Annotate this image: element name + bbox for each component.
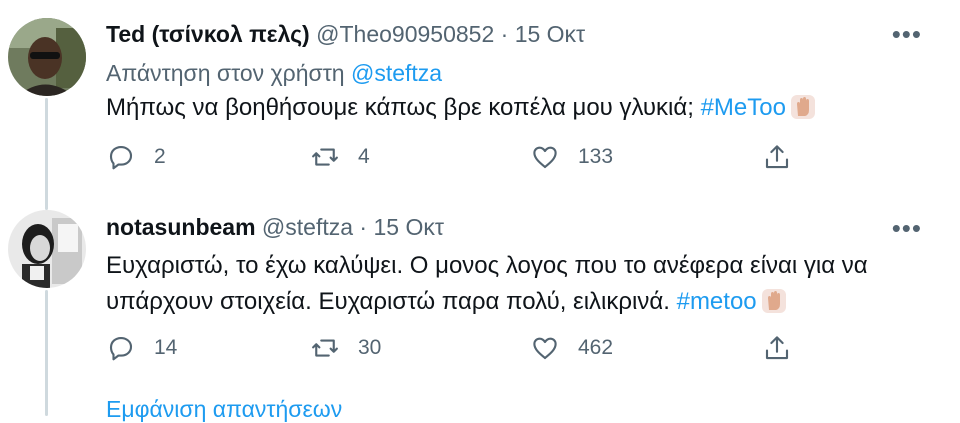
like-icon xyxy=(533,146,557,169)
retweet-count: 4 xyxy=(358,145,370,168)
avatar[interactable] xyxy=(8,210,86,288)
tweet-2[interactable]: notasunbeam @steftza · 15 Οκτ ••• Ευχαρι… xyxy=(0,200,960,390)
more-options-icon[interactable]: ••• xyxy=(892,21,922,47)
share-icon xyxy=(765,145,789,169)
tweet-header: Ted (τσίνκολ πελς) @Theo90950852 · 15 Οκ… xyxy=(106,20,585,48)
tweet-actions: 2 4 133 xyxy=(106,142,806,176)
raised-hand-emoji xyxy=(761,289,786,313)
separator-dot: · xyxy=(359,214,368,240)
retweet-icon xyxy=(312,148,338,166)
share-icon xyxy=(765,336,789,360)
user-handle[interactable]: @Theo90950852 xyxy=(316,21,494,47)
raised-hand-emoji xyxy=(790,95,815,119)
share-button[interactable] xyxy=(762,333,792,363)
user-handle[interactable]: @steftza xyxy=(262,214,353,240)
retweet-icon xyxy=(312,339,338,357)
retweet-button[interactable]: 30 xyxy=(310,333,381,363)
like-icon xyxy=(533,337,557,360)
share-button[interactable] xyxy=(762,142,792,172)
retweet-count: 30 xyxy=(358,336,382,359)
tweet-date[interactable]: 15 Οκτ xyxy=(373,214,443,240)
avatar[interactable] xyxy=(8,18,86,96)
hashtag-link[interactable]: #MeToo xyxy=(701,94,786,121)
reply-icon xyxy=(109,145,133,170)
tweet-actions: 14 30 462 xyxy=(106,333,806,367)
replying-to-handle[interactable]: @steftza xyxy=(351,60,442,86)
tweet-text-line: υπάρχουν στοιχεία. Ευχαριστώ παρα πολύ, … xyxy=(106,288,670,315)
tweet-text: Μήπως να βοηθήσουμε κάπως βρε κοπέλα μου… xyxy=(106,90,926,126)
more-options-icon[interactable]: ••• xyxy=(892,215,922,241)
like-count: 133 xyxy=(578,145,614,168)
tweet-text-line: Μήπως να βοηθήσουμε κάπως βρε κοπέλα μου… xyxy=(106,94,694,121)
tweet-text: Ευχαριστώ, το έχω καλύψει. Ο μονος λογος… xyxy=(106,248,926,320)
show-replies-link[interactable]: Εμφάνιση απαντήσεων xyxy=(106,396,342,423)
hashtag-link[interactable]: #metoo xyxy=(677,288,757,315)
retweet-button[interactable]: 4 xyxy=(310,142,370,172)
tweet-text-line-2: υπάρχουν στοιχεία. Ευχαριστώ παρα πολύ, … xyxy=(106,284,926,320)
replying-to-label: Απάντηση στον χρήστη xyxy=(106,60,345,86)
tweet-1[interactable]: Ted (τσίνκολ πελς) @Theo90950852 · 15 Οκ… xyxy=(0,0,960,200)
reply-count: 2 xyxy=(154,145,166,168)
like-count: 462 xyxy=(578,336,614,359)
reply-icon xyxy=(109,336,133,361)
display-name[interactable]: Ted (τσίνκολ πελς) xyxy=(106,21,310,47)
reply-button[interactable]: 2 xyxy=(106,142,166,172)
display-name[interactable]: notasunbeam xyxy=(106,214,256,240)
reply-count: 14 xyxy=(154,336,178,359)
tweet-text-line: Ευχαριστώ, το έχω καλύψει. Ο μονος λογος… xyxy=(106,252,868,279)
like-button[interactable]: 462 xyxy=(530,333,613,363)
replying-to: Απάντηση στον χρήστη @steftza xyxy=(106,59,442,87)
like-button[interactable]: 133 xyxy=(530,142,613,172)
tweet-date[interactable]: 15 Οκτ xyxy=(515,21,585,47)
reply-button[interactable]: 14 xyxy=(106,333,177,363)
separator-dot: · xyxy=(500,21,509,47)
tweet-header: notasunbeam @steftza · 15 Οκτ xyxy=(106,213,444,241)
